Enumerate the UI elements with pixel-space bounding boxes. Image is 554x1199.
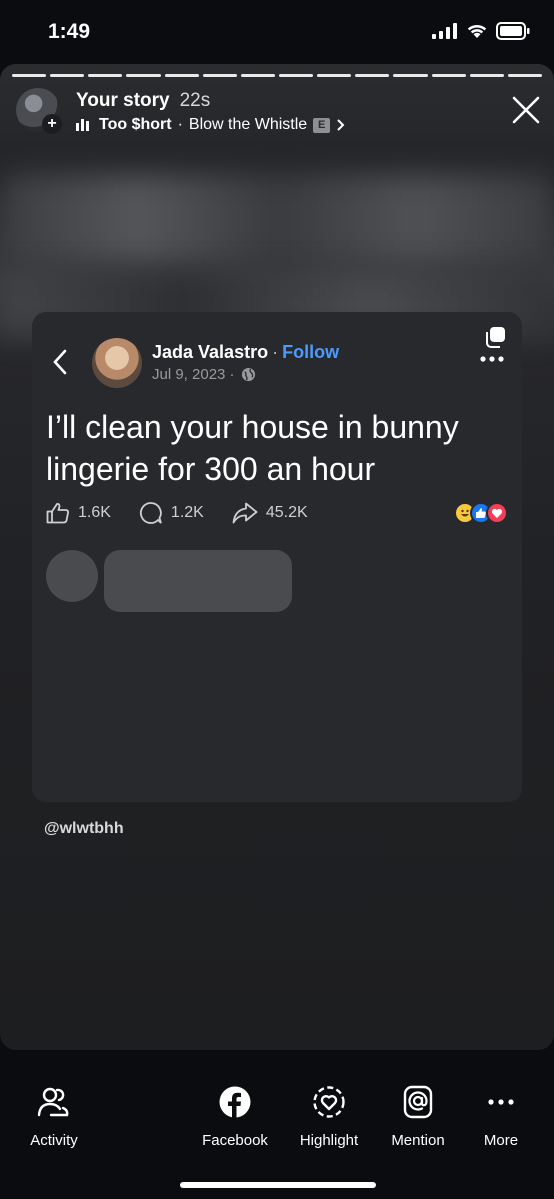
music-separator: · xyxy=(177,116,183,133)
battery-icon xyxy=(496,22,530,40)
progress-segment xyxy=(393,74,428,77)
shared-post-card[interactable]: Jada Valastro · Follow Jul 9, 2023 · I’ll … xyxy=(32,312,522,802)
mention-label: Mention xyxy=(391,1132,445,1149)
progress-segment xyxy=(164,74,199,77)
mention-button[interactable]: Mention xyxy=(373,1084,463,1149)
blurred-background xyxy=(0,174,554,264)
copy-icon[interactable] xyxy=(484,326,506,348)
shares-stat[interactable]: 45.2K xyxy=(232,502,308,524)
comment-icon xyxy=(139,502,162,524)
globe-icon xyxy=(241,367,255,382)
facebook-button[interactable]: Facebook xyxy=(190,1084,280,1149)
status-icons xyxy=(432,22,530,40)
story-title: Your story 22s xyxy=(76,90,210,112)
comment-placeholder-bubble xyxy=(104,550,292,612)
highlight-button[interactable]: Highlight xyxy=(284,1084,374,1149)
progress-segment xyxy=(507,74,542,77)
progress-segment xyxy=(12,74,47,77)
people-icon xyxy=(37,1087,69,1117)
more-icon xyxy=(488,1099,514,1105)
music-artist: Too $hort xyxy=(99,116,172,133)
follow-button[interactable]: Follow xyxy=(282,342,339,362)
story-header: + Your story 22s Too $hort · Blow the Whi… xyxy=(16,88,542,138)
progress-segment xyxy=(355,74,390,77)
progress-segment xyxy=(126,74,161,77)
poster-name-line: Jada Valastro · Follow xyxy=(152,342,339,363)
facebook-label: Facebook xyxy=(202,1132,268,1149)
post-date-line: Jul 9, 2023 · xyxy=(152,366,256,383)
progress-segment xyxy=(469,74,504,77)
more-button[interactable]: More xyxy=(456,1084,546,1149)
status-time: 1:49 xyxy=(48,20,91,43)
wifi-icon xyxy=(467,24,487,38)
credit-handle[interactable]: @wlwtbhh xyxy=(44,820,124,838)
story-viewer[interactable]: + Your story 22s Too $hort · Blow the Whi… xyxy=(0,64,554,1050)
likes-count: 1.6K xyxy=(78,504,111,521)
story-progress xyxy=(12,74,542,77)
likes-stat[interactable]: 1.6K xyxy=(46,502,111,524)
thumbs-up-icon xyxy=(46,503,69,524)
progress-segment xyxy=(317,74,352,77)
chevron-right-icon xyxy=(337,119,345,131)
progress-segment xyxy=(88,74,123,77)
progress-segment xyxy=(431,74,466,77)
comments-count: 1.2K xyxy=(170,504,204,521)
music-bars-icon xyxy=(76,119,89,131)
bottom-action-bar: Activity Facebook Highlight Mention More xyxy=(0,1050,554,1199)
poster-avatar[interactable] xyxy=(92,338,142,388)
facebook-icon xyxy=(219,1086,251,1118)
progress-segment xyxy=(278,74,314,77)
highlight-icon xyxy=(313,1086,345,1118)
love-reaction-icon xyxy=(486,502,508,524)
home-indicator[interactable] xyxy=(180,1182,376,1188)
more-options-icon[interactable] xyxy=(480,356,504,362)
progress-segment xyxy=(240,74,275,77)
music-song: Blow the Whistle xyxy=(188,116,308,133)
chevron-left-icon[interactable] xyxy=(52,348,68,376)
story-age: 22s xyxy=(179,90,211,111)
mention-icon xyxy=(403,1085,433,1119)
activity-label: Activity xyxy=(30,1132,78,1149)
post-stats: 1.6K 1.2K 45.2K xyxy=(46,498,508,528)
story-owner: Your story xyxy=(76,90,170,111)
shares-count: 45.2K xyxy=(265,504,308,521)
post-date: Jul 9, 2023 · xyxy=(152,366,235,383)
comment-placeholder-avatar xyxy=(46,550,98,602)
name-separator: · xyxy=(272,342,279,362)
share-icon xyxy=(232,502,258,524)
signal-icon xyxy=(432,23,457,39)
more-label: More xyxy=(483,1132,519,1149)
comments-stat[interactable]: 1.2K xyxy=(139,501,204,525)
post-text: I’ll clean your house in bunny lingerie … xyxy=(46,409,459,487)
reactions[interactable] xyxy=(454,502,508,524)
highlight-label: Highlight xyxy=(299,1132,359,1149)
progress-segment xyxy=(202,74,237,77)
add-icon[interactable]: + xyxy=(42,114,62,134)
explicit-badge: E xyxy=(313,117,331,133)
activity-button[interactable]: Activity xyxy=(9,1084,99,1149)
music-attribution[interactable]: Too $hort · Blow the Whistle E xyxy=(76,116,346,134)
status-bar: 1:49 xyxy=(0,0,554,64)
close-icon[interactable] xyxy=(510,94,542,126)
poster-name[interactable]: Jada Valastro xyxy=(152,342,268,362)
progress-segment xyxy=(50,74,85,77)
